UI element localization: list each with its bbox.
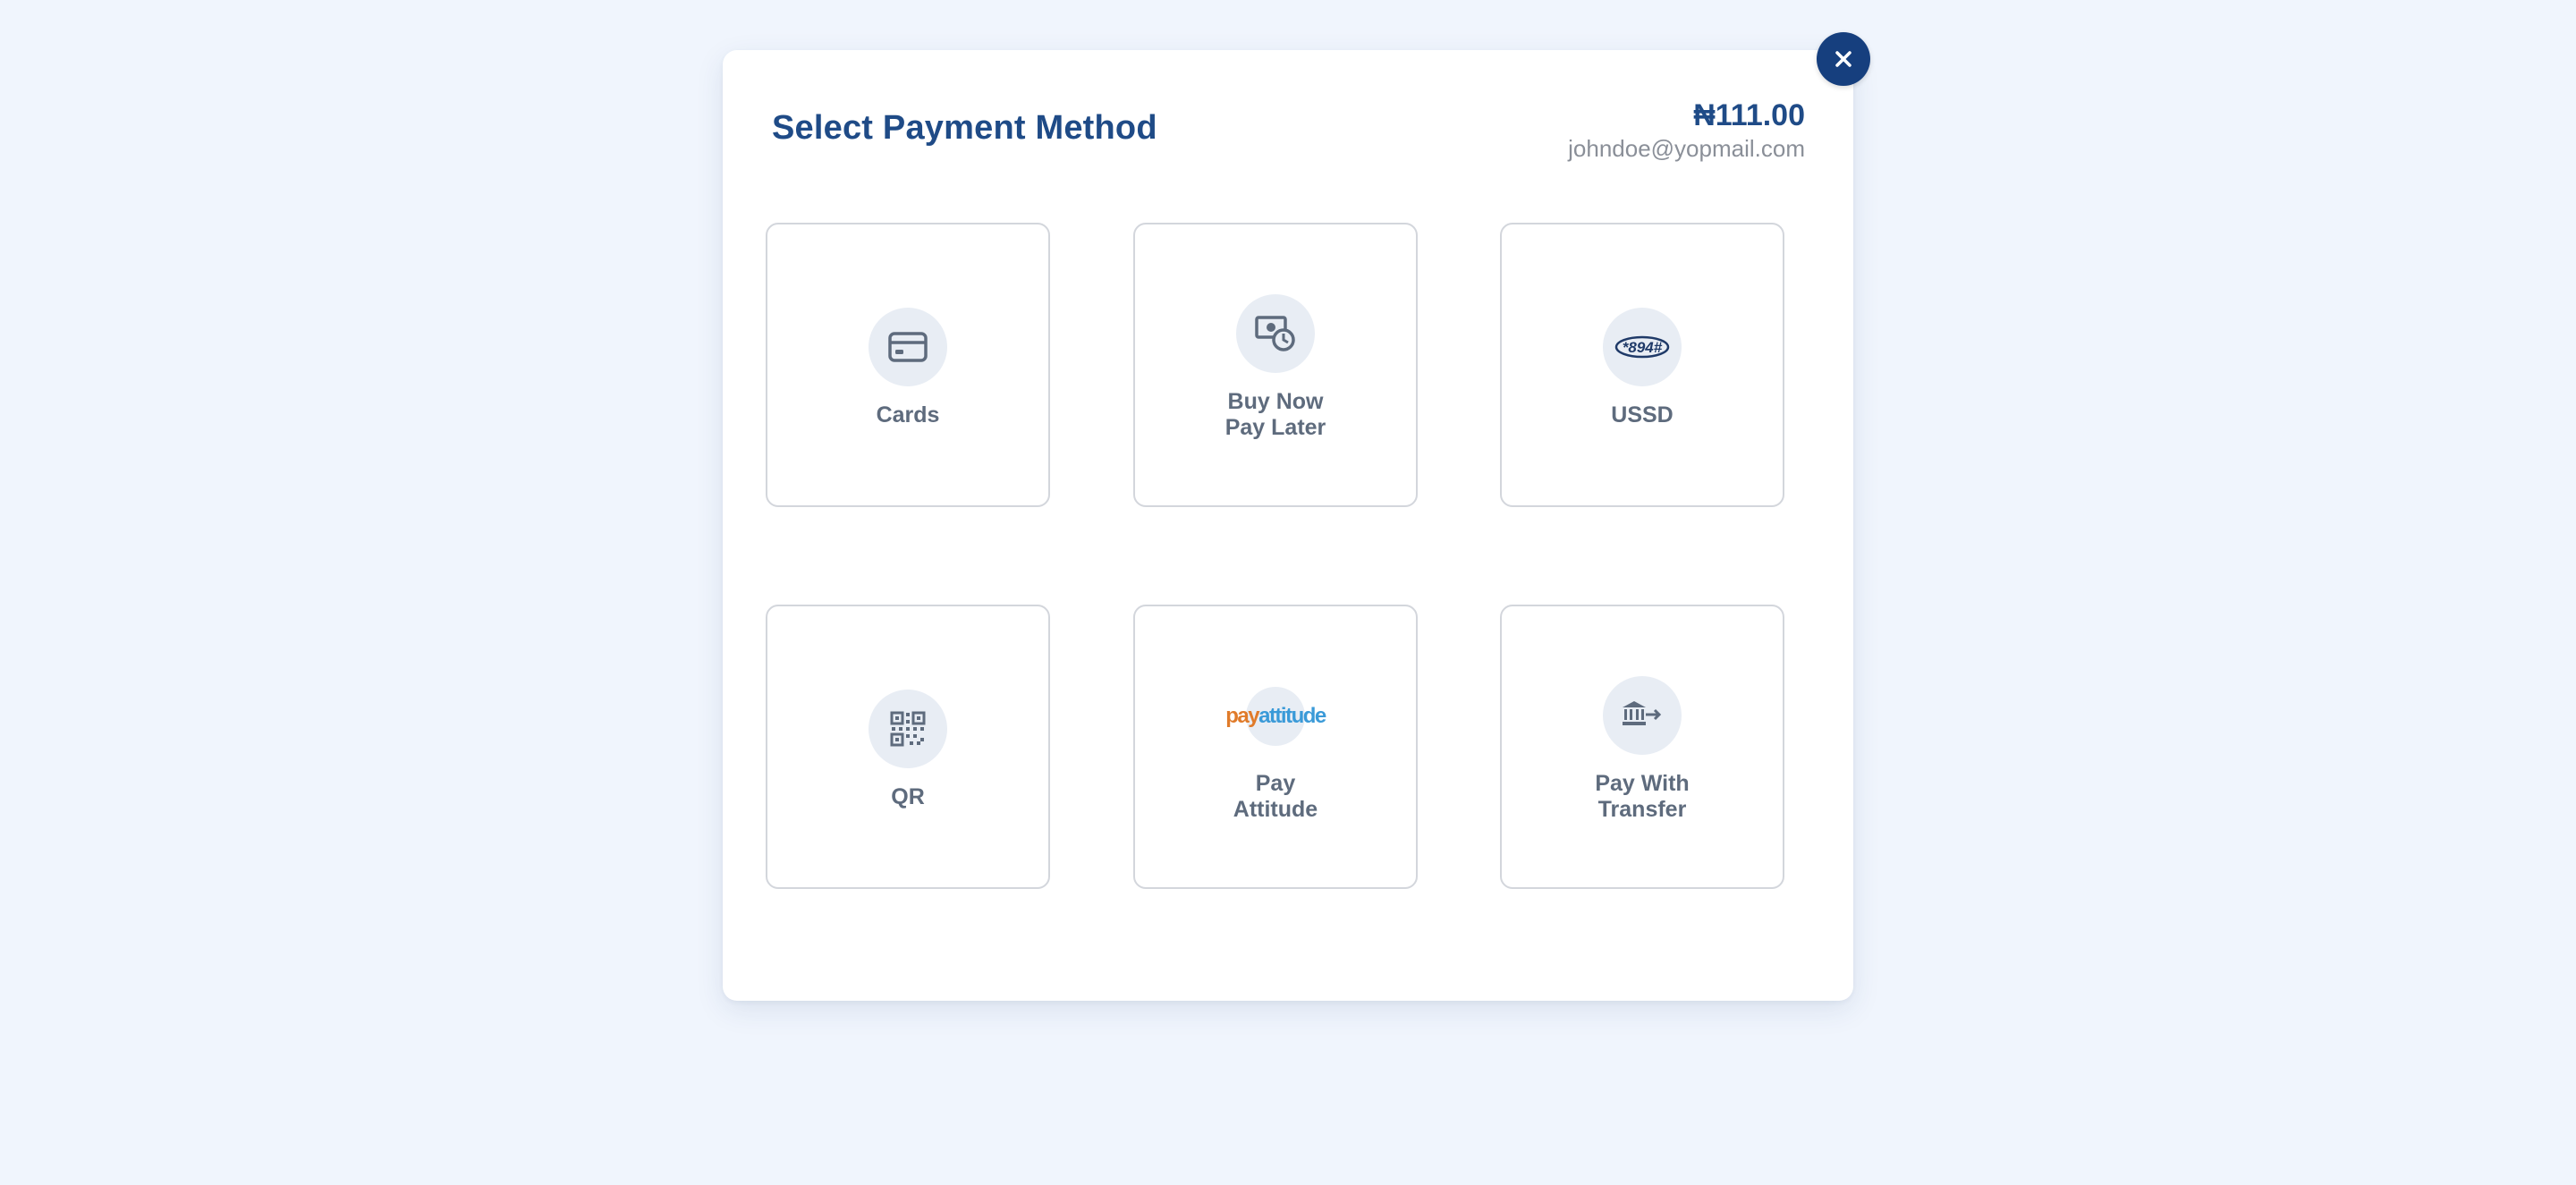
payment-option-ussd[interactable]: *894# USSD <box>1500 223 1784 507</box>
payment-modal: Select Payment Method ₦111.00 johndoe@yo… <box>723 50 1853 1001</box>
payment-option-label: Pay With Transfer <box>1595 771 1690 822</box>
modal-title: Select Payment Method <box>772 109 1157 147</box>
payattitude-logo-pay: pay <box>1225 704 1259 728</box>
close-icon <box>1835 51 1852 67</box>
ussd-code-icon: *894# <box>1603 308 1682 386</box>
customer-email: johndoe@yopmail.com <box>1568 135 1805 162</box>
payattitude-logo-attitude: attitude <box>1258 704 1326 728</box>
payment-option-label: Cards <box>876 402 940 427</box>
money-clock-icon <box>1236 294 1315 373</box>
payment-option-bnpl[interactable]: Buy Now Pay Later <box>1133 223 1418 507</box>
credit-card-icon <box>869 308 947 386</box>
payment-option-cards[interactable]: Cards <box>766 223 1050 507</box>
payment-amount: ₦111.00 <box>1693 98 1805 132</box>
payment-option-label: USSD <box>1611 402 1674 427</box>
qr-code-icon <box>869 690 947 768</box>
payment-option-transfer[interactable]: Pay With Transfer <box>1500 605 1784 889</box>
payattitude-logo: payattitude <box>1225 687 1326 746</box>
bank-transfer-icon <box>1603 676 1682 755</box>
payment-option-payattitude[interactable]: payattitude Pay Attitude <box>1133 605 1418 889</box>
payment-option-label: Pay Attitude <box>1233 771 1318 822</box>
payment-option-label: QR <box>891 784 925 809</box>
close-button[interactable] <box>1817 32 1870 86</box>
payment-option-qr[interactable]: QR <box>766 605 1050 889</box>
ussd-code-text: *894# <box>1623 339 1663 356</box>
payment-option-label: Buy Now Pay Later <box>1224 389 1326 440</box>
